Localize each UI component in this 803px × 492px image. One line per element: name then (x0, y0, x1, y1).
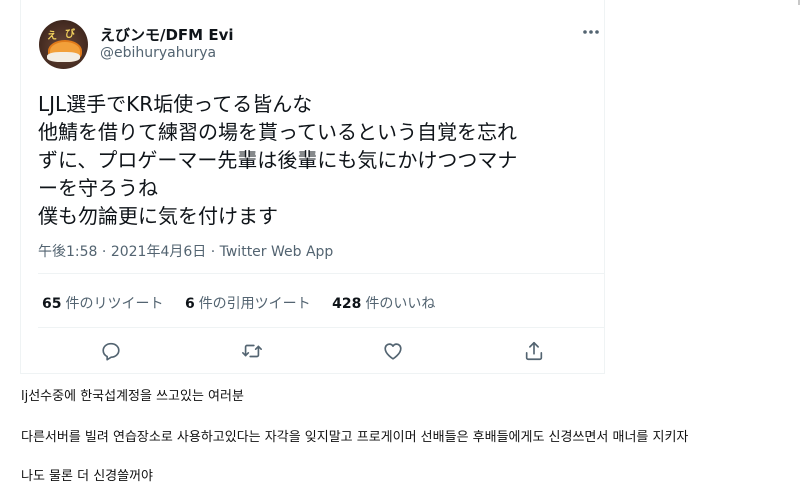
display-name[interactable]: えびンモ/DFM Evi (100, 24, 234, 45)
retweets-stat[interactable]: 65 件のリツイート (42, 296, 163, 312)
meta-separator: · (210, 244, 216, 260)
tweet-card: え び えびンモ/DFM Evi @ebihuryahurya LJL選手でKR… (20, 0, 605, 374)
tweet-time: 午後1:58 (38, 244, 98, 260)
tweet-actions (21, 336, 604, 370)
divider (38, 327, 605, 328)
avatar-glyph-1: え (47, 31, 57, 42)
tweet-source-link[interactable]: Twitter Web App (220, 244, 334, 260)
share-button[interactable] (523, 340, 547, 364)
more-icon (583, 30, 599, 34)
meta-separator: · (101, 244, 107, 260)
likes-stat[interactable]: 428 件のいいね (332, 296, 435, 312)
avatar-glyph-2: び (65, 29, 75, 40)
retweet-count: 65 (42, 296, 62, 312)
rice-icon (47, 52, 80, 62)
user-handle[interactable]: @ebihuryahurya (100, 45, 216, 61)
tweet-stats: 65 件のリツイート 6 件の引用ツイート 428 件のいいね (42, 293, 452, 313)
tweet-text-line: 他鯖を借りて練習の場を貰っているという自覚を忘れ (38, 120, 517, 144)
page-edge-mark (798, 0, 800, 5)
translation-line: lj선수중에 한국섭계정을 쓰고있는 여러분 (21, 389, 244, 404)
reply-icon (102, 342, 120, 361)
tweet-text-line: LJL選手でKR垢使ってる皆んな (38, 92, 313, 116)
translation-line: 나도 물론 더 신경쓸꺼야 (21, 469, 153, 484)
tweet-text-line: 僕も勿論更に気を付けます (38, 204, 278, 228)
retweet-button[interactable] (241, 340, 265, 364)
tweet-meta: 午後1:58 · 2021年4月6日 · Twitter Web App (38, 241, 333, 261)
like-button[interactable] (382, 340, 406, 364)
tweet-text-line: ずに、プロゲーマー先輩は後輩にも気にかけつつマナ (38, 148, 518, 172)
translation-line: 다른서버를 빌려 연습장소로 사용하고있다는 자각을 잊지말고 프로게이머 선배… (21, 430, 689, 445)
reply-button[interactable] (100, 340, 124, 364)
avatar[interactable]: え び (39, 20, 88, 69)
tweet-text-line: ーを守ろうね (38, 176, 158, 200)
tweet-text: LJL選手でKR垢使ってる皆んな 他鯖を借りて練習の場を貰っているという自覚を忘… (38, 90, 600, 230)
more-options-button[interactable] (576, 18, 606, 46)
quote-count: 6 (184, 296, 195, 312)
like-label: 件のいいね (365, 296, 436, 312)
tweet-date: 2021年4月6日 (110, 244, 207, 260)
retweet-label: 件のリツイート (65, 296, 164, 312)
retweet-icon (242, 344, 262, 358)
tweet-time-link[interactable]: 午後1:58 · 2021年4月6日 (38, 244, 206, 260)
like-icon (384, 343, 402, 360)
share-icon (525, 341, 543, 361)
quote-label: 件の引用ツイート (198, 296, 311, 312)
like-count: 428 (332, 296, 362, 312)
quotes-stat[interactable]: 6 件の引用ツイート (185, 296, 311, 312)
divider (38, 273, 605, 274)
